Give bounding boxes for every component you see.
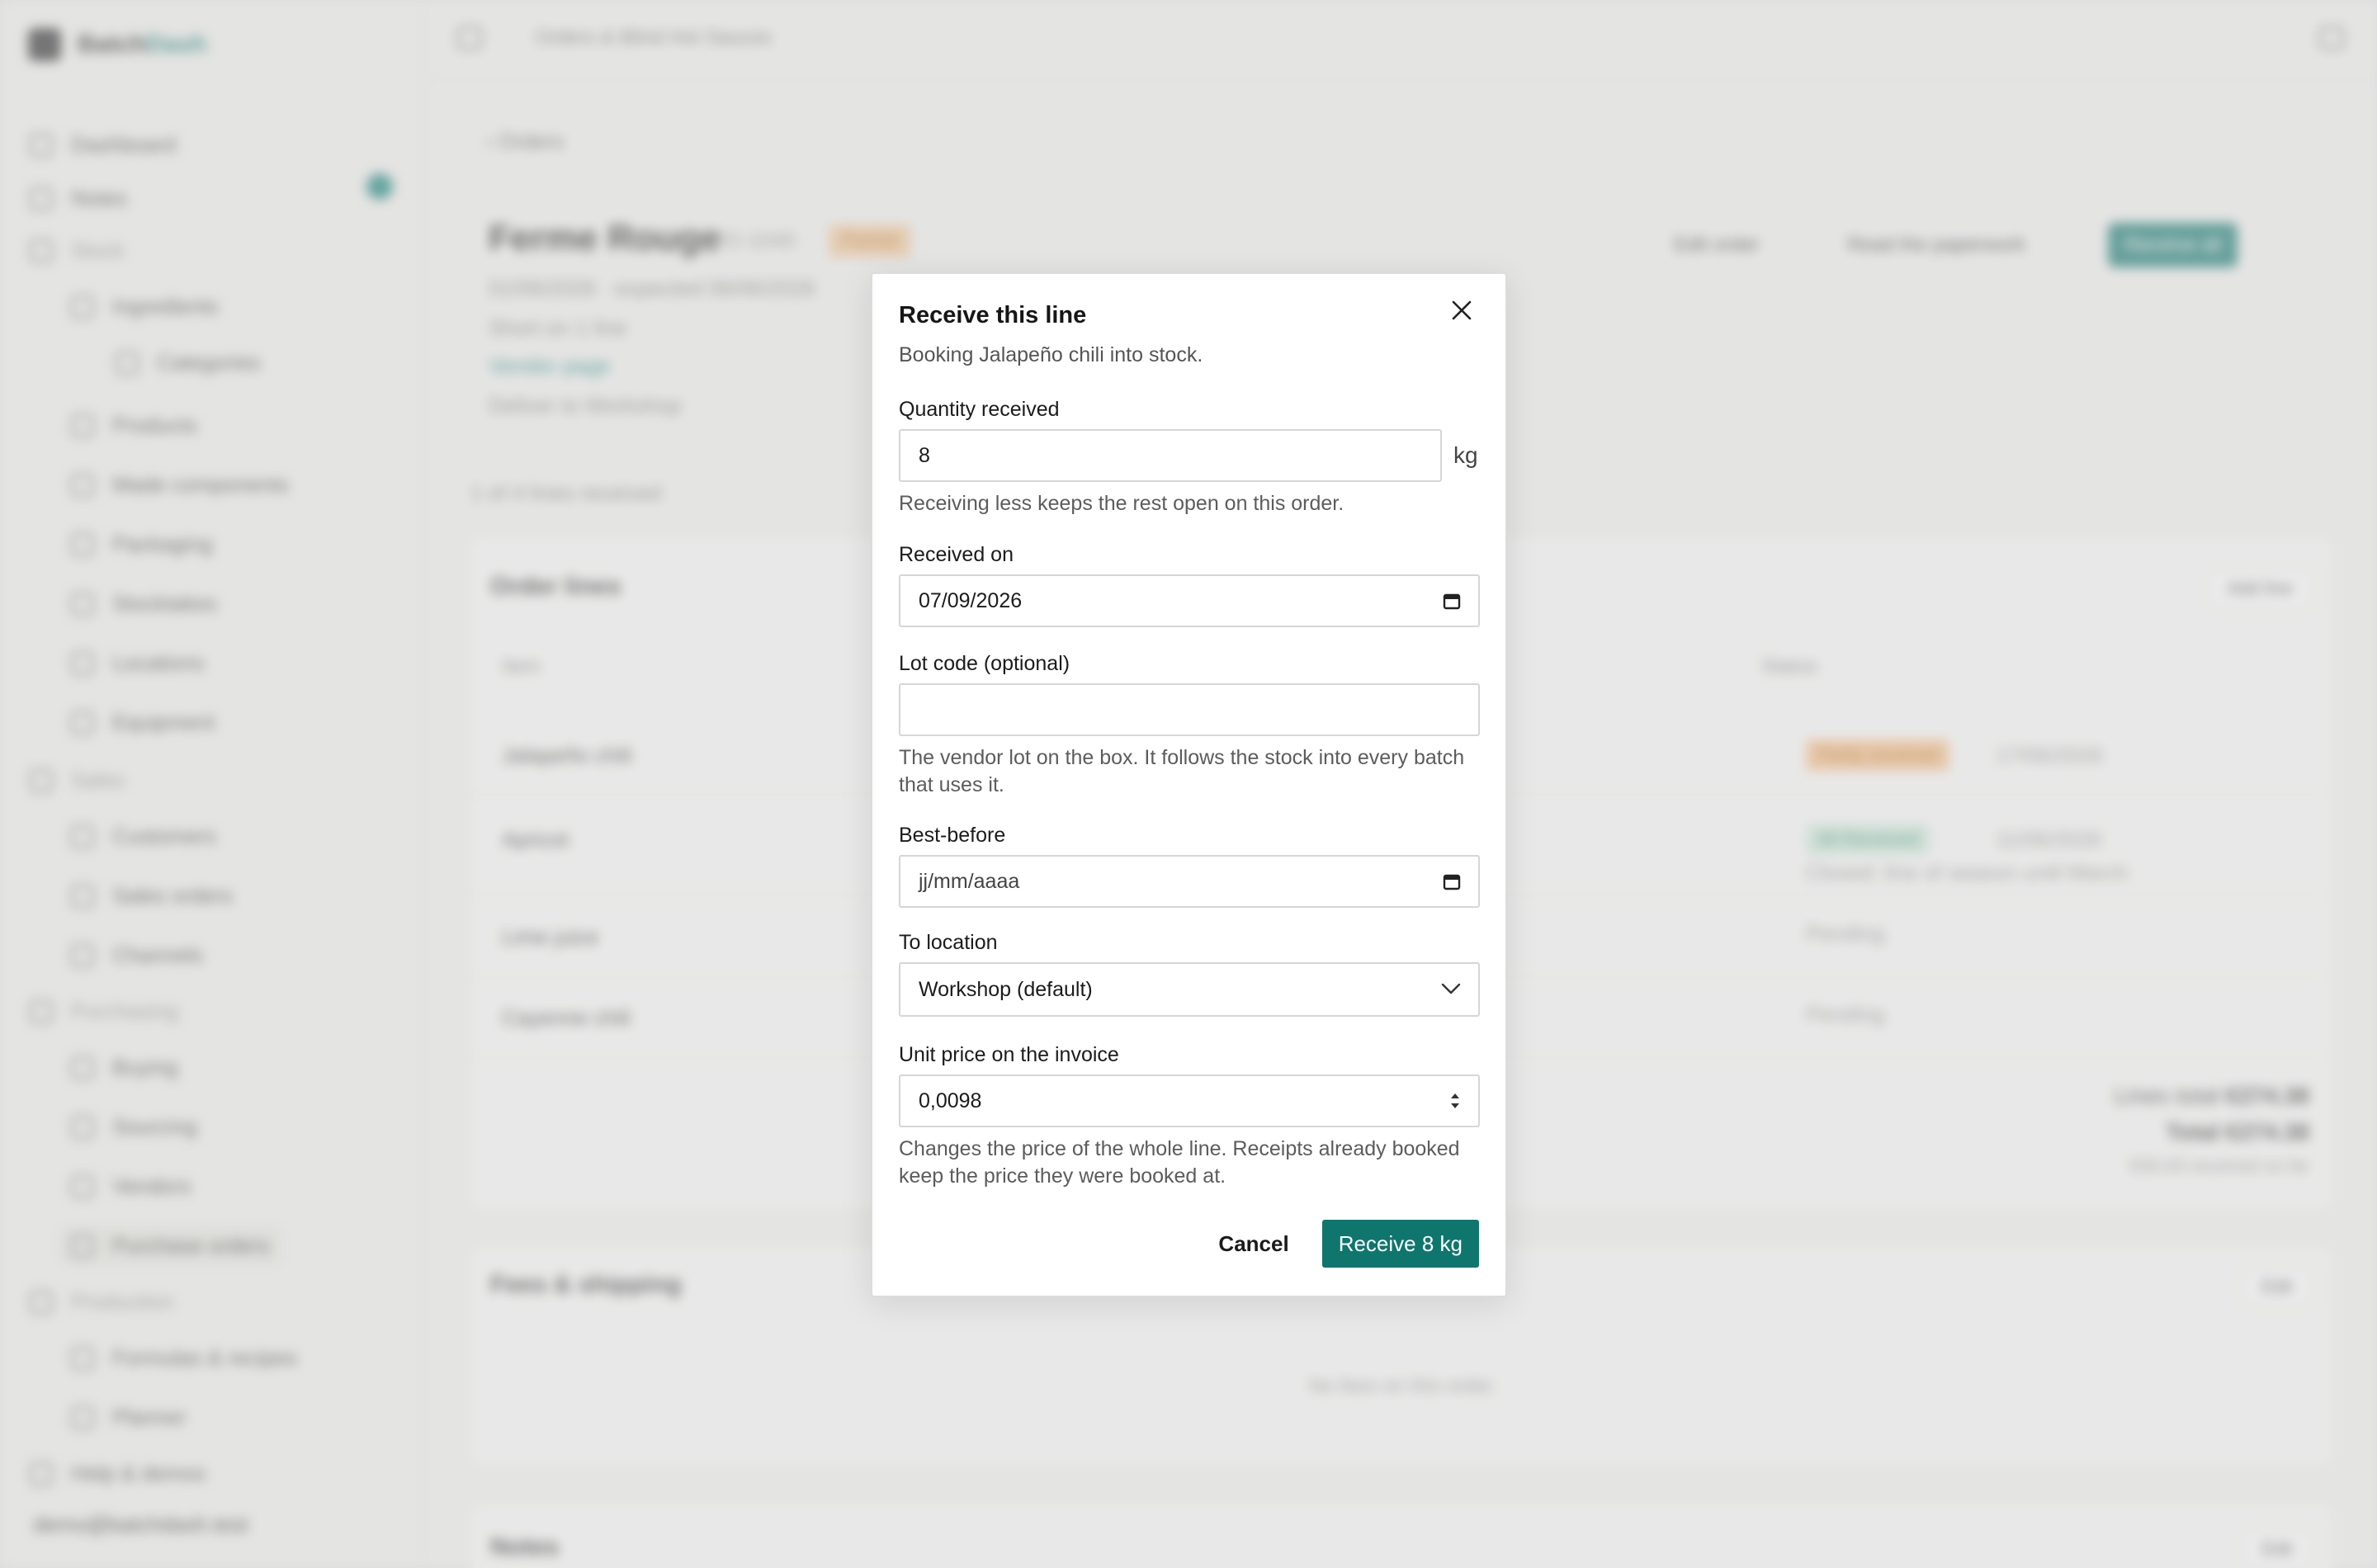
dialog-title: Receive this line — [899, 302, 1087, 328]
calendar-icon[interactable] — [1442, 576, 1462, 626]
lot-code-label: Lot code (optional) — [899, 652, 1070, 675]
unit-price-help: Changes the price of the whole line. Rec… — [899, 1137, 1460, 1188]
best-before-label: Best-before — [899, 824, 1006, 847]
close-icon — [1452, 300, 1472, 320]
quantity-input[interactable]: 8 — [899, 429, 1442, 482]
received-on-input[interactable]: 07/09/2026 — [899, 574, 1480, 627]
cancel-button[interactable]: Cancel — [1202, 1220, 1305, 1268]
calendar-icon[interactable] — [1442, 857, 1462, 906]
location-value: Workshop (default) — [919, 977, 1093, 1001]
received-on-label: Received on — [899, 543, 1014, 566]
dialog-subtitle: Booking Jalapeño chili into stock. — [899, 343, 1203, 366]
lot-code-help: The vendor lot on the box. It follows th… — [899, 746, 1465, 796]
spinner-icon[interactable] — [1448, 1076, 1462, 1126]
unit-price-input[interactable]: 0,0098 — [899, 1074, 1480, 1127]
unit-price-label: Unit price on the invoice — [899, 1043, 1119, 1066]
close-button[interactable] — [1445, 294, 1478, 327]
quantity-value: 8 — [919, 443, 930, 467]
quantity-unit: kg — [1453, 442, 1478, 468]
best-before-placeholder: jj/mm/aaaa — [919, 869, 1020, 893]
best-before-input[interactable]: jj/mm/aaaa — [899, 855, 1480, 908]
location-select[interactable]: Workshop (default) — [899, 962, 1480, 1017]
receive-submit-button[interactable]: Receive 8 kg — [1321, 1220, 1479, 1268]
dialog-actions: Cancel Receive 8 kg — [1202, 1220, 1479, 1268]
received-on-value: 07/09/2026 — [919, 588, 1023, 612]
receive-line-dialog: Receive this line Booking Jalapeño chili… — [871, 272, 1507, 1297]
quantity-help: Receiving less keeps the rest open on th… — [899, 492, 1344, 515]
location-label: To location — [899, 931, 998, 954]
lot-code-input[interactable] — [899, 683, 1480, 736]
quantity-label: Quantity received — [899, 398, 1060, 421]
unit-price-value: 0,0098 — [919, 1089, 982, 1112]
chevron-down-icon — [1440, 964, 1462, 1013]
